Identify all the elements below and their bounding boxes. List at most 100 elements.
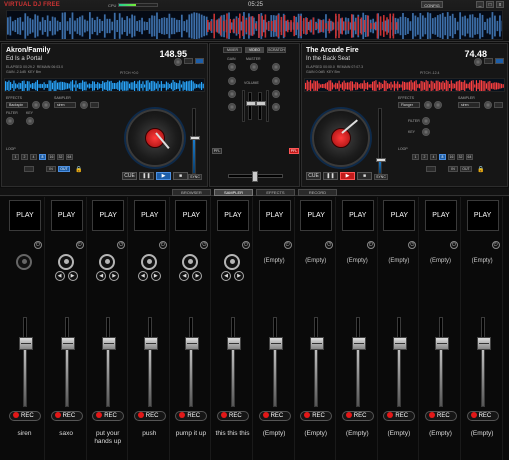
power-icon[interactable]: ⏻	[325, 241, 334, 249]
power-icon[interactable]: ⏻	[283, 241, 292, 249]
sampler-play-button[interactable]: PLAY	[425, 200, 457, 231]
sampler-volume-slider[interactable]	[143, 317, 158, 407]
sampler-play-button[interactable]: PLAY	[217, 200, 249, 231]
right-loop-in-button[interactable]: IN	[448, 166, 458, 172]
tab-record[interactable]: RECORD	[298, 189, 337, 196]
left-pfl-button[interactable]: PFL	[212, 148, 222, 154]
sampler-rec-button[interactable]: REC	[92, 411, 125, 421]
volume-slider-thumb[interactable]	[393, 337, 408, 351]
left-deck-waveform[interactable]	[4, 78, 205, 92]
sampler-rec-button[interactable]: REC	[50, 411, 83, 421]
sampler-play-button[interactable]: PLAY	[92, 200, 125, 231]
right-effect-param2-knob[interactable]	[434, 101, 442, 109]
left-effect-param-knob[interactable]	[32, 101, 40, 109]
right-loop-shift-button[interactable]	[426, 166, 436, 172]
next-arrow-icon[interactable]: ▶	[192, 271, 203, 281]
sampler-volume-slider[interactable]	[102, 317, 117, 407]
close-button[interactable]: x	[496, 1, 504, 8]
power-icon[interactable]: ⏻	[34, 241, 42, 249]
left-filter-knob[interactable]	[6, 117, 14, 125]
loop-length-button[interactable]: 4	[30, 154, 37, 160]
left-pitch-slider[interactable]	[190, 108, 200, 174]
right-sampler-dropdown[interactable]: siren	[458, 102, 480, 108]
right-key-knob[interactable]	[474, 58, 482, 66]
right-pitch-slider[interactable]	[376, 108, 386, 174]
right-sampler-rec-button[interactable]	[494, 102, 503, 108]
sampler-rec-button[interactable]: REC	[217, 411, 249, 421]
left-sampler-dropdown[interactable]: siren	[54, 102, 76, 108]
loop-length-button[interactable]: 32	[57, 154, 64, 160]
left-cue-button[interactable]: CUE	[122, 172, 137, 180]
volume-slider-thumb[interactable]	[60, 337, 75, 351]
left-play-button[interactable]: ▶	[156, 172, 171, 180]
loop-length-button[interactable]: 2	[421, 154, 428, 160]
volume-slider-thumb[interactable]	[435, 337, 449, 351]
volume-slider-thumb[interactable]	[102, 337, 117, 351]
left-channel-fader[interactable]	[246, 92, 256, 120]
tab-sampler[interactable]: SAMPLER	[214, 189, 253, 196]
sampler-volume-slider[interactable]	[60, 317, 75, 407]
volume-slider-thumb[interactable]	[19, 337, 33, 351]
power-icon[interactable]: ⏻	[366, 241, 375, 249]
right-turntable[interactable]	[312, 109, 370, 167]
loop-mode-icon[interactable]	[140, 254, 157, 270]
left-key-button[interactable]	[184, 58, 193, 64]
master-knob[interactable]	[250, 63, 258, 71]
sampler-rec-button[interactable]: REC	[258, 411, 291, 421]
power-icon[interactable]: ⏻	[242, 241, 250, 249]
sampler-play-button[interactable]: PLAY	[300, 200, 333, 231]
right-stop-button[interactable]: ■	[357, 172, 372, 180]
sampler-volume-slider[interactable]	[310, 317, 325, 407]
loop-length-button[interactable]: 32	[457, 154, 464, 160]
right-gain-knob[interactable]	[272, 63, 280, 71]
sampler-rec-button[interactable]: REC	[175, 411, 208, 421]
loop-length-button[interactable]: 8	[439, 154, 446, 160]
sampler-rec-button[interactable]: REC	[300, 411, 333, 421]
right-play-button[interactable]: ▶	[340, 172, 355, 180]
previous-arrow-icon[interactable]: ◀	[179, 271, 190, 281]
right-key-button[interactable]	[484, 58, 493, 64]
sampler-volume-slider[interactable]	[476, 317, 491, 407]
loop-mode-icon[interactable]	[57, 254, 74, 270]
tab-video[interactable]: VIDEO	[245, 47, 264, 53]
previous-arrow-icon[interactable]: ◀	[137, 271, 148, 281]
power-icon[interactable]: ⏻	[200, 241, 209, 249]
sampler-rec-button[interactable]: REC	[466, 411, 499, 421]
power-icon[interactable]: ⏻	[491, 241, 500, 249]
previous-arrow-icon[interactable]: ◀	[96, 271, 107, 281]
tab-browser[interactable]: BROWSER	[172, 189, 211, 196]
power-icon[interactable]: ⏻	[408, 241, 417, 249]
config-button[interactable]: CONFIG	[421, 1, 443, 8]
loop-length-button[interactable]: 2	[21, 154, 28, 160]
sampler-play-button[interactable]: PLAY	[50, 200, 83, 231]
sampler-rec-button[interactable]: REC	[9, 411, 41, 421]
sampler-volume-slider[interactable]	[19, 317, 33, 407]
loop-length-button[interactable]: 1	[12, 154, 19, 160]
right-key-adjust-knob[interactable]	[422, 128, 430, 136]
left-loop-shift-button[interactable]	[24, 166, 34, 172]
right-effects-dropdown[interactable]: Flanger	[398, 102, 420, 108]
left-turntable[interactable]	[126, 109, 184, 167]
left-effect-param2-knob[interactable]	[42, 101, 50, 109]
next-arrow-icon[interactable]: ▶	[150, 271, 161, 281]
left-sync-button[interactable]	[195, 58, 204, 64]
next-arrow-icon[interactable]: ▶	[67, 271, 78, 281]
next-arrow-icon[interactable]: ▶	[234, 271, 244, 281]
power-icon[interactable]: ⏻	[450, 241, 458, 249]
left-low-knob[interactable]	[228, 103, 236, 111]
left-sampler-rec-button[interactable]	[90, 102, 99, 108]
right-pitch-sync-button[interactable]: SYNC	[374, 174, 388, 180]
volume-slider-thumb[interactable]	[310, 337, 325, 351]
tab-scratch[interactable]: SCRATCH	[267, 47, 286, 53]
volume-slider-thumb[interactable]	[143, 337, 158, 351]
right-effect-param-knob[interactable]	[424, 101, 432, 109]
left-loop-in-button[interactable]: IN	[46, 166, 56, 172]
left-mid-knob[interactable]	[228, 90, 236, 98]
volume-slider-thumb[interactable]	[476, 337, 491, 351]
loop-mode-icon[interactable]	[182, 254, 199, 270]
volume-slider-thumb[interactable]	[227, 337, 241, 351]
minimize-button[interactable]: _	[476, 1, 484, 8]
loop-length-button[interactable]: 8	[39, 154, 46, 160]
sampler-rec-button[interactable]: REC	[425, 411, 457, 421]
left-gain-knob[interactable]	[228, 63, 236, 71]
